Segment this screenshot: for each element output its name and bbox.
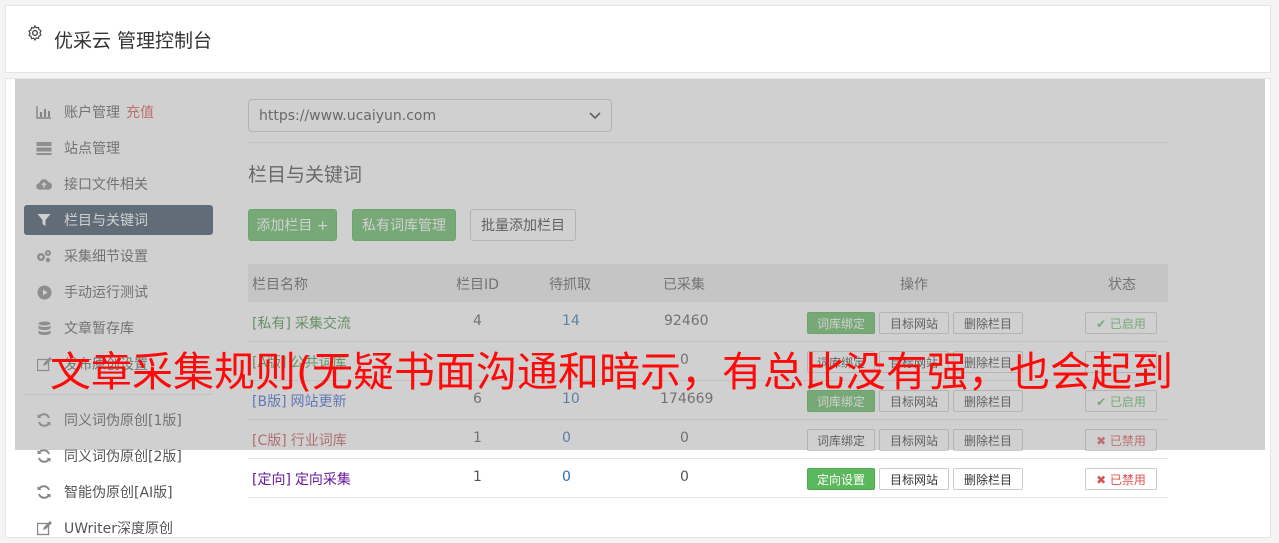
overlay-banner-text: 文章采集规则(无疑书面沟通和暗示，有总比没有强，也会起到 — [50, 348, 1173, 396]
sidebar-item-label: UWriter深度原创 — [64, 521, 173, 537]
edit-icon — [36, 520, 52, 536]
column-tag: [定向] — [252, 472, 291, 488]
collected-count: 0 — [680, 469, 689, 485]
sidebar-item-label: 智能伪原创[AI版] — [64, 485, 173, 501]
target-site-button[interactable]: 目标网站 — [879, 468, 949, 490]
delete-column-button[interactable]: 删除栏目 — [953, 468, 1023, 490]
status-toggle[interactable]: ✖ 已禁用 — [1085, 468, 1157, 490]
gear-icon — [28, 25, 42, 41]
table-row: [定向] 定向采集 1 0 0 定向设置 目标网站 删除栏目 ✖ 已禁用 — [248, 458, 1168, 498]
pending-count[interactable]: 0 — [562, 469, 571, 485]
column-name: 定向采集 — [294, 472, 351, 488]
sidebar-item-uwriter[interactable]: UWriter深度原创 — [24, 513, 213, 543]
refresh-icon — [36, 484, 52, 500]
direct-settings-button[interactable]: 定向设置 — [807, 468, 875, 490]
refresh-icon — [36, 448, 52, 464]
header-bar: 优采云 管理控制台 — [5, 5, 1271, 73]
column-name-link[interactable]: [定向] 定向采集 — [252, 469, 351, 489]
page-title: 优采云 管理控制台 — [54, 30, 213, 52]
column-id: 1 — [473, 469, 482, 485]
sidebar-item-ai-rewrite[interactable]: 智能伪原创[AI版] — [24, 477, 213, 507]
